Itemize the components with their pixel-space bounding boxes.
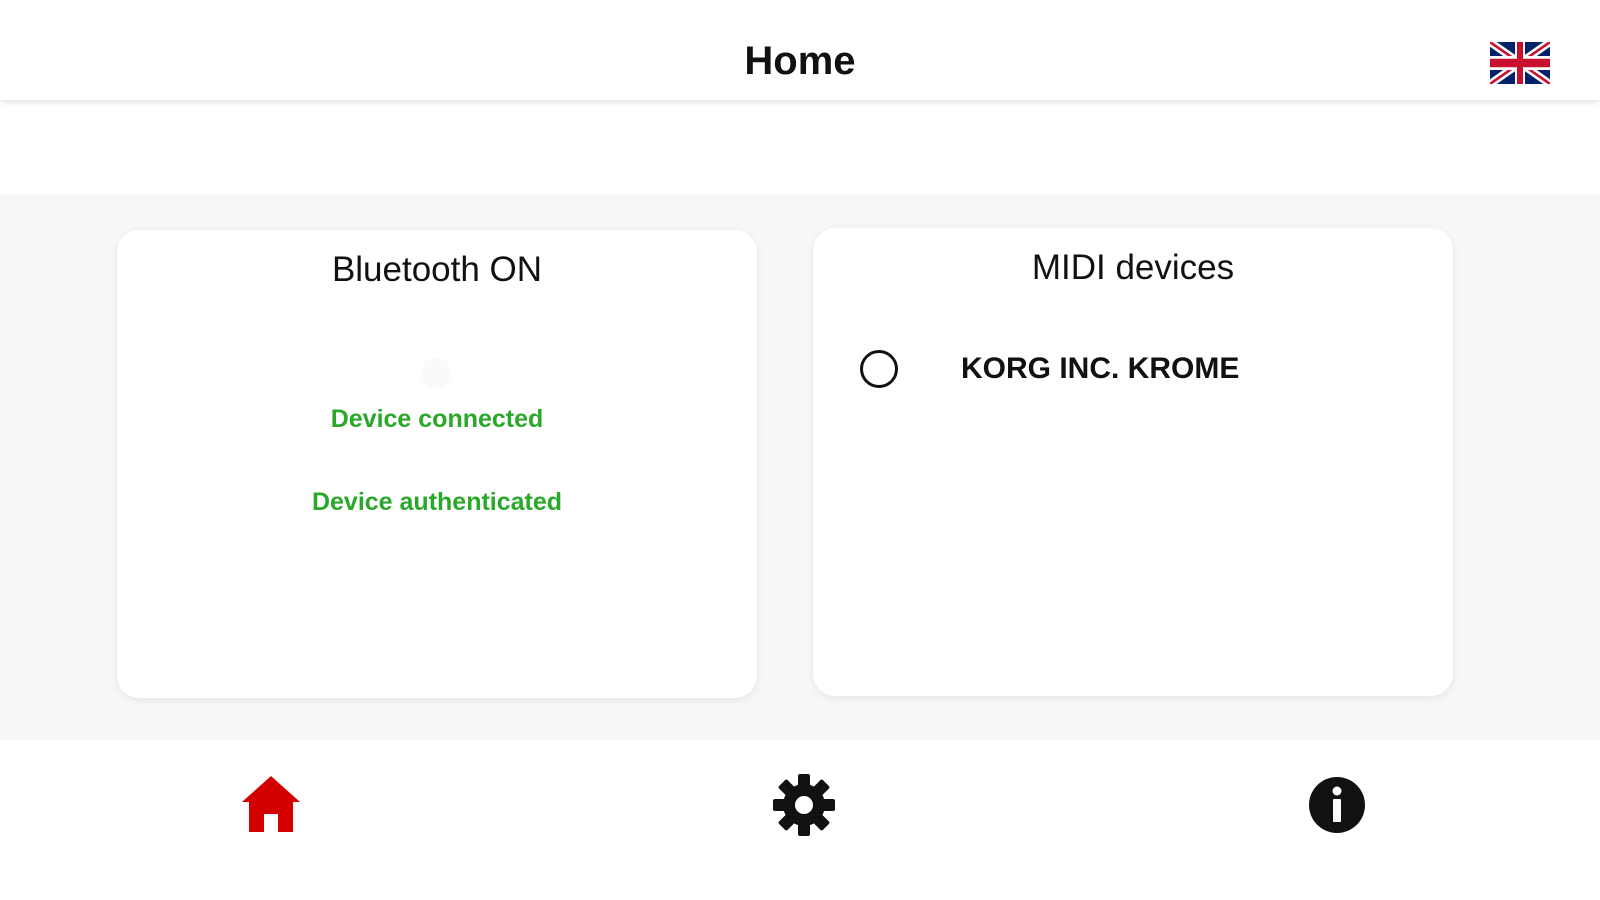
midi-device-name: KORG INC. KROME xyxy=(961,352,1240,385)
app-root: Home Bluetooth ON Device connected Devic… xyxy=(0,0,1600,900)
home-icon xyxy=(242,776,300,832)
nav-settings-button[interactable] xyxy=(769,770,839,840)
midi-devices-card: MIDI devices KORG INC. KROME xyxy=(813,228,1453,696)
nav-info-button[interactable] xyxy=(1302,770,1372,840)
midi-device-radio[interactable] xyxy=(860,350,898,388)
page-title: Home xyxy=(744,39,856,83)
info-icon xyxy=(1309,777,1365,833)
uk-flag-icon xyxy=(1490,42,1550,84)
device-authenticated-status: Device authenticated xyxy=(311,488,563,516)
bluetooth-card-title: Bluetooth ON xyxy=(331,250,543,289)
bottom-navigation xyxy=(0,740,1600,900)
midi-device-item[interactable]: KORG INC. KROME xyxy=(843,343,1423,393)
bluetooth-card: Bluetooth ON Device connected Device aut… xyxy=(117,230,757,698)
nav-home-button[interactable] xyxy=(236,770,306,840)
device-connected-status: Device connected xyxy=(330,405,544,433)
bluetooth-status-indicator xyxy=(421,358,451,388)
gear-icon xyxy=(773,774,835,836)
top-app-bar: Home xyxy=(0,0,1600,100)
main-content: Bluetooth ON Device connected Device aut… xyxy=(0,195,1600,740)
language-button[interactable] xyxy=(1490,42,1550,84)
midi-card-title: MIDI devices xyxy=(1031,248,1235,287)
